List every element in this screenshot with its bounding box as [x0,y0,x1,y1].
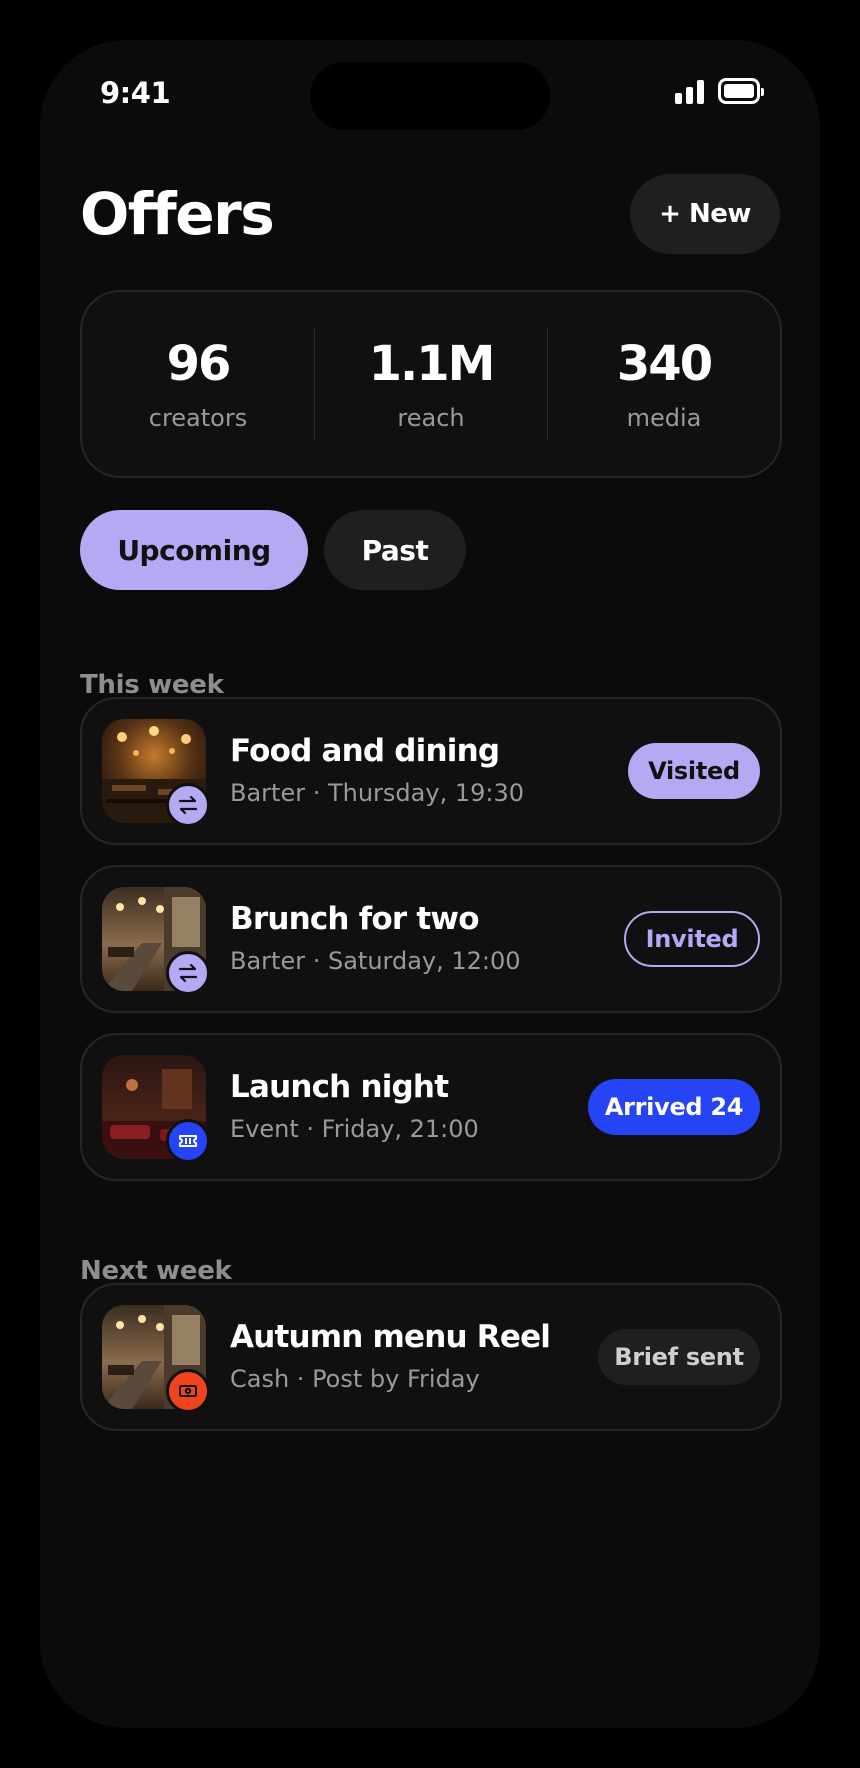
dynamic-island [310,62,550,130]
offer-title: Brunch for two [230,901,480,937]
new-offer-button[interactable]: + New [630,174,780,254]
status-icons [675,78,764,104]
offer-title: Food and dining [230,733,500,769]
segment-tabs: Upcoming Past [80,510,466,590]
status-badge: Brief sent [598,1329,760,1385]
stat-creators: 96 creators [82,328,314,440]
stat-value: 1.1M [368,336,496,392]
offer-title: Launch night [230,1069,449,1105]
stat-value: 340 [616,336,713,392]
offer-card-food-and-dining[interactable]: Food and dining Barter · Thursday, 19:30… [80,697,782,845]
offer-card-autumn-menu-reel[interactable]: Autumn menu Reel Cash · Post by Friday B… [80,1283,782,1431]
status-badge: Invited [624,911,760,967]
stat-label: creators [148,404,248,432]
tab-past[interactable]: Past [324,510,466,590]
phone-frame: 9:41 Offers + New 96 creators 1.1M reach… [0,0,860,1768]
signal-icon [675,78,704,104]
offer-subtitle: Cash · Post by Friday [230,1365,480,1393]
offer-subtitle: Barter · Saturday, 12:00 [230,947,521,975]
stat-label: media [626,404,702,432]
section-heading-this-week: This week [80,670,224,700]
section-heading-next-week: Next week [80,1256,232,1286]
cash-icon [166,1369,210,1413]
status-badge: Arrived 24 [588,1079,760,1135]
offer-subtitle: Barter · Thursday, 19:30 [230,779,524,807]
page-title: Offers [80,180,275,248]
offer-subtitle: Event · Friday, 21:00 [230,1115,479,1143]
screen: 9:41 Offers + New 96 creators 1.1M reach… [40,40,820,1728]
battery-icon [718,78,764,104]
stat-value: 96 [166,336,232,392]
status-time: 9:41 [100,76,171,110]
offer-card-brunch-for-two[interactable]: Brunch for two Barter · Saturday, 12:00 … [80,865,782,1013]
ticket-icon [166,1119,210,1163]
stat-media: 340 media [547,328,780,440]
stats-card: 96 creators 1.1M reach 340 media [80,290,782,478]
tab-upcoming[interactable]: Upcoming [80,510,308,590]
swap-icon [166,951,210,995]
offer-title: Autumn menu Reel [230,1319,551,1355]
offer-card-launch-night[interactable]: Launch night Event · Friday, 21:00 Arriv… [80,1033,782,1181]
swap-icon [166,783,210,827]
stat-label: reach [397,404,465,432]
stat-reach: 1.1M reach [314,328,547,440]
status-badge: Visited [628,743,760,799]
